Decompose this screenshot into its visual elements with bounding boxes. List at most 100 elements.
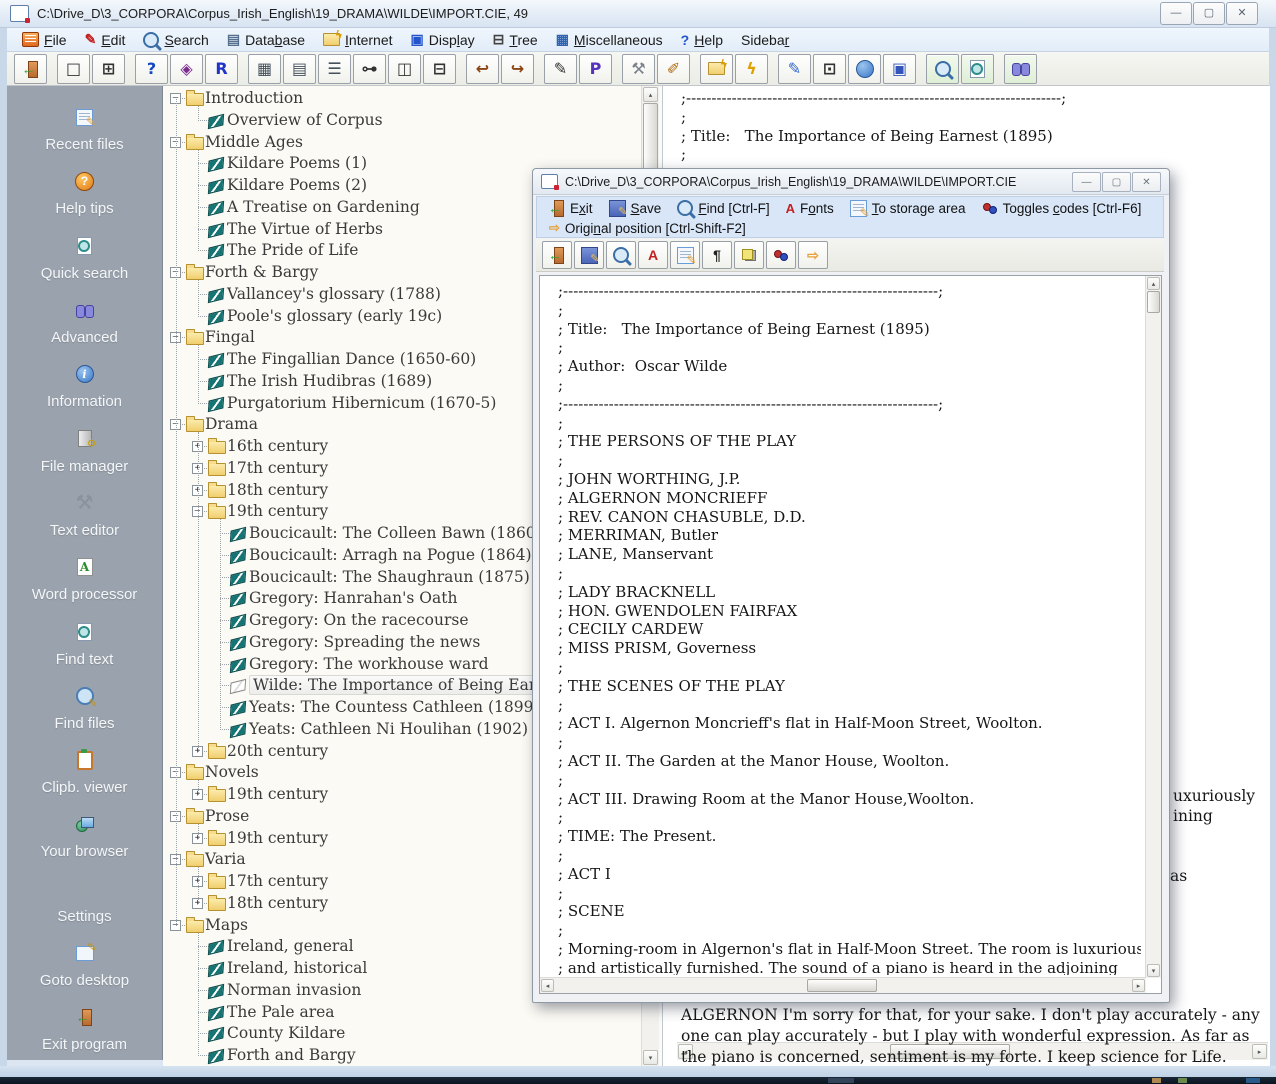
sidebar-item-label: Clipb. viewer: [42, 779, 128, 796]
popup-scroll-up-icon[interactable]: ▴: [1147, 277, 1160, 290]
popup-cmd-fonts[interactable]: AFonts: [778, 201, 842, 216]
popup-hscroll-thumb[interactable]: [807, 979, 877, 992]
toolbar-button-wordlist[interactable]: ▦: [248, 54, 281, 84]
popup-toolbar-button-toggle-codes[interactable]: [766, 241, 796, 269]
menu-tree[interactable]: ⊟Tree: [484, 29, 547, 51]
sidebar-item-exit-program[interactable]: Exit program: [7, 994, 162, 1058]
toolbar-button-r-statistics[interactable]: R: [205, 54, 238, 84]
sidebar-item-advanced[interactable]: Advanced: [7, 287, 162, 351]
tree-item-label: The Virtue of Herbs: [227, 220, 383, 238]
toolbar-button-lightning[interactable]: ϟ: [735, 54, 768, 84]
popup-cmd-toggles-codes-ctrl-f6[interactable]: Toggles codes [Ctrl-F6]: [974, 201, 1150, 216]
toolbar-button-edit-note[interactable]: ✐: [657, 54, 690, 84]
toolbar-button-tree-collapse[interactable]: ↩: [466, 54, 499, 84]
popup-maximize-button[interactable]: ▢: [1102, 172, 1131, 192]
popup-cmd-exit[interactable]: Exit: [541, 200, 601, 216]
toolbar-button-key[interactable]: ⊶: [353, 54, 386, 84]
popup-toolbar-button-fonts[interactable]: A: [638, 241, 668, 269]
popup-toolbar-button-exit-door[interactable]: [542, 241, 572, 269]
menu-miscellaneous[interactable]: ▦Miscellaneous: [547, 29, 672, 51]
toolbar-button-codes-tag[interactable]: ✎: [544, 54, 577, 84]
popup-hscrollbar[interactable]: ◂ ▸: [540, 977, 1146, 993]
sidebar-item-your-browser[interactable]: Your browser: [7, 801, 162, 865]
toolbar-button-search[interactable]: [926, 54, 959, 84]
toolbar-button-help-doc[interactable]: ?: [135, 54, 168, 84]
menu-file[interactable]: File: [13, 29, 76, 51]
sidebar-item-text-editor[interactable]: ⚒Text editor: [7, 480, 162, 544]
popup-toolbar-button-layers[interactable]: [734, 241, 764, 269]
popup-scroll-right-icon[interactable]: ▸: [1132, 979, 1145, 992]
menu-display[interactable]: ▣Display: [402, 29, 484, 51]
toolbar-button-search-doc[interactable]: [961, 54, 994, 84]
toolbar-button-table-grid[interactable]: ▤: [283, 54, 316, 84]
minimize-button[interactable]: —: [1160, 2, 1192, 25]
close-button[interactable]: ✕: [1226, 2, 1258, 25]
menu-internet[interactable]: Internet: [314, 29, 401, 51]
popup-scroll-down-icon[interactable]: ▾: [1147, 964, 1160, 977]
bg-scroll-right-icon[interactable]: ▸: [1252, 1044, 1267, 1059]
popup-cmd-find-ctrl-f[interactable]: Find [Ctrl-F]: [669, 200, 777, 216]
popup-toolbar-button-save[interactable]: [574, 241, 604, 269]
menu-database[interactable]: ▤Database: [218, 29, 314, 51]
tree-item-overview-of-corpus[interactable]: Overview of Corpus: [163, 110, 643, 132]
exit-door-icon: [549, 247, 565, 263]
sidebar-item-help-tips[interactable]: ?Help tips: [7, 158, 162, 222]
popup-toolbar-button-find[interactable]: [606, 241, 636, 269]
popup-scroll-thumb[interactable]: [1147, 291, 1160, 313]
tree-item-the-pale-area[interactable]: The Pale area: [163, 1002, 643, 1024]
popup-toolbar-button-storage-area[interactable]: [670, 241, 700, 269]
sidebar-item-goto-desktop[interactable]: Goto desktop: [7, 930, 162, 994]
sidebar-item-find-text[interactable]: Find text: [7, 608, 162, 672]
popup-toolbar-button-pilcrow[interactable]: ¶: [702, 241, 732, 269]
tree-item-county-kildare[interactable]: County Kildare: [163, 1023, 643, 1045]
toolbar-button-window[interactable]: □: [57, 54, 90, 84]
sidebar-item-file-manager[interactable]: File manager: [7, 415, 162, 479]
popup-cmd-label: To storage area: [872, 201, 966, 216]
popup-toolbar-button-original-position-arrow[interactable]: ⇨: [798, 241, 828, 269]
popup-cmd-save[interactable]: Save: [601, 200, 670, 217]
menu-search[interactable]: Search: [134, 29, 217, 51]
toolbar-button-edit-doc[interactable]: ✎: [778, 54, 811, 84]
tree-item-label: The Irish Hudibras (1689): [227, 372, 432, 390]
menu-sidebar[interactable]: Sidebar: [732, 29, 798, 51]
sidebar-item-find-files[interactable]: Find files: [7, 673, 162, 737]
tree-item-introduction[interactable]: –Introduction: [163, 88, 643, 110]
toolbar-button-folder[interactable]: [700, 54, 733, 84]
toolbar-button-exit-door[interactable]: [14, 54, 47, 84]
tree-item-middle-ages[interactable]: –Middle Ages: [163, 132, 643, 154]
sidebar-item-word-processor[interactable]: AWord processor: [7, 544, 162, 608]
popup-close-button[interactable]: ✕: [1132, 172, 1161, 192]
tree-scroll-thumb[interactable]: [643, 103, 658, 171]
toolbar-button-wrench[interactable]: ⚒: [622, 54, 655, 84]
toolbar-button-list-view[interactable]: ☰: [318, 54, 351, 84]
popup-cmd-to-storage-area[interactable]: To storage area: [842, 200, 974, 217]
toolbar-button-binoculars[interactable]: [1004, 54, 1037, 84]
tree-item-label: Kildare Poems (1): [227, 154, 367, 172]
maximize-button[interactable]: ▢: [1193, 2, 1225, 25]
tree-scroll-down-icon[interactable]: ▾: [643, 1050, 658, 1065]
tree-scroll-up-icon[interactable]: ▴: [643, 87, 658, 102]
toolbar-button-split-view[interactable]: ◫: [388, 54, 421, 84]
sidebar-item-clipb-viewer[interactable]: Clipb. viewer: [7, 737, 162, 801]
tree-item-label: 16th century: [227, 437, 328, 455]
popup-scroll-left-icon[interactable]: ◂: [541, 979, 554, 992]
menu-edit[interactable]: ✎Edit: [76, 29, 135, 51]
toolbar-button-tree-expand[interactable]: ↪: [501, 54, 534, 84]
toolbar-button-tree-panel[interactable]: ⊡: [813, 54, 846, 84]
sidebar-item-quick-search[interactable]: Quick search: [7, 223, 162, 287]
menu-help[interactable]: ?Help: [672, 29, 732, 51]
sidebar-item-settings[interactable]: ⚙Settings: [7, 866, 162, 930]
popup-minimize-button[interactable]: —: [1072, 172, 1101, 192]
edit-doc-icon: ✎: [788, 59, 801, 78]
toolbar-button-monitor[interactable]: ▣: [883, 54, 916, 84]
toolbar-button-p-marker[interactable]: P: [579, 54, 612, 84]
sidebar-item-information[interactable]: iInformation: [7, 351, 162, 415]
popup-cmd-original-position-ctrl-shift-f2[interactable]: ⇨Original position [Ctrl-Shift-F2]: [541, 220, 754, 236]
tree-item-forth-and-bargy[interactable]: Forth and Bargy: [163, 1045, 643, 1066]
toolbar-button-tree-options[interactable]: ⊟: [423, 54, 456, 84]
popup-vscrollbar[interactable]: ▴ ▾: [1145, 276, 1161, 978]
sidebar-item-recent-files[interactable]: Recent files: [7, 94, 162, 158]
toolbar-button-corpus-book[interactable]: ◈: [170, 54, 203, 84]
toolbar-button-information[interactable]: [848, 54, 881, 84]
toolbar-button-tile-windows[interactable]: ⊞: [92, 54, 125, 84]
